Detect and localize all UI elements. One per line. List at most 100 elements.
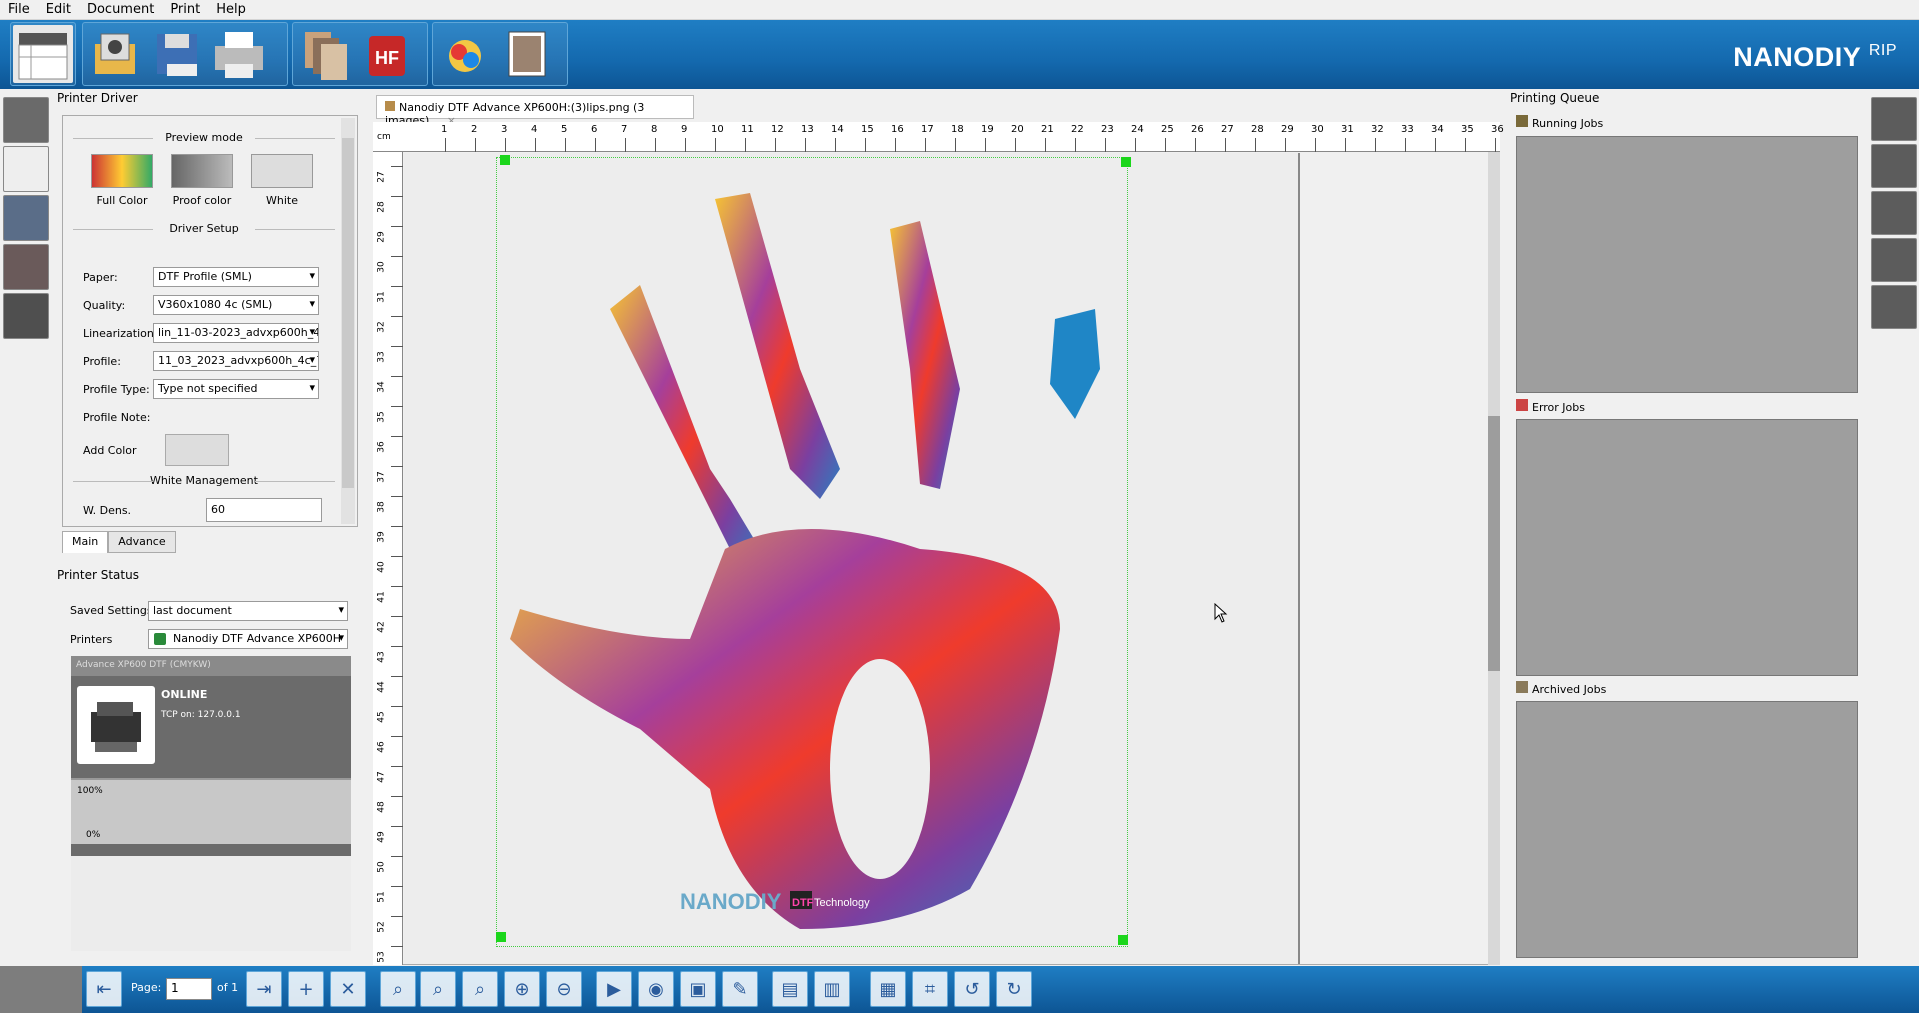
ink-cost-icon[interactable] <box>1871 285 1917 329</box>
profile-type-select[interactable]: Type not specified <box>153 379 319 399</box>
canvas-scrollbar[interactable] <box>1488 152 1500 965</box>
printer-driver-icon[interactable] <box>3 97 49 143</box>
traffic-light-icon[interactable] <box>1871 191 1917 235</box>
quality-select[interactable]: V360x1080 4c (SML) <box>153 295 319 315</box>
image-edit-icon[interactable]: ▣ <box>680 971 716 1007</box>
people-icon[interactable] <box>1871 238 1917 282</box>
ruler-h-tickmark <box>1255 138 1256 152</box>
ink-icon[interactable]: ▥ <box>814 971 850 1007</box>
document-tab[interactable]: Nanodiy DTF Advance XP600H:(3)lips.png (… <box>376 95 694 127</box>
layout-icon[interactable] <box>3 146 49 192</box>
color-preview-icon[interactable]: ▶ <box>596 971 632 1007</box>
color-swatch-icon[interactable] <box>3 293 49 339</box>
full-color-icon <box>91 154 153 188</box>
menu-document[interactable]: Document <box>79 2 162 17</box>
ruler-h-tick: 34 <box>1431 124 1444 135</box>
ruler-v-tickmark <box>391 436 403 437</box>
resize-handle-tr[interactable] <box>1121 157 1131 167</box>
ruler-v-tick: 38 <box>376 501 387 513</box>
zoom-selection-icon[interactable]: ⌕ <box>462 971 498 1007</box>
resize-handle-tl[interactable] <box>500 155 510 165</box>
error-jobs-list[interactable] <box>1516 419 1858 676</box>
status-empty-area <box>71 856 351 951</box>
ruler-v-tick: 33 <box>376 351 387 363</box>
preview-white[interactable]: White <box>247 154 317 207</box>
zoom-in-icon[interactable]: ⊕ <box>504 971 540 1007</box>
printers-select[interactable]: Nanodiy DTF Advance XP600H <box>148 629 348 649</box>
ruler-v-tick: 45 <box>376 711 387 723</box>
archived-jobs-icon <box>1516 681 1528 693</box>
error-jobs-icon <box>1516 399 1528 411</box>
save-icon[interactable] <box>147 25 207 83</box>
ruler-v-tickmark <box>391 376 403 377</box>
driver-setup-title: Driver Setup <box>73 222 335 235</box>
hf-icon[interactable]: HF <box>357 25 417 83</box>
toolbar-group-tools <box>432 22 568 86</box>
open-folder-icon[interactable] <box>85 25 145 83</box>
first-page-icon[interactable]: ⇤ <box>86 971 122 1007</box>
note-icon[interactable]: ✎ <box>722 971 758 1007</box>
print-icon[interactable] <box>209 25 269 83</box>
menu-edit[interactable]: Edit <box>38 2 79 17</box>
nest-images-icon[interactable] <box>295 25 355 83</box>
add-color-button[interactable] <box>165 434 229 466</box>
next-page-icon[interactable]: ⇥ <box>246 971 282 1007</box>
add-page-icon[interactable]: + <box>288 971 324 1007</box>
zoom-out-icon[interactable]: ⊖ <box>546 971 582 1007</box>
archived-jobs-list[interactable] <box>1516 701 1858 958</box>
image-properties-icon[interactable]: ▦ <box>870 971 906 1007</box>
crop-icon[interactable]: ⌗ <box>912 971 948 1007</box>
image-list-icon[interactable] <box>3 244 49 290</box>
tab-main[interactable]: Main <box>62 531 109 553</box>
paper-select[interactable]: DTF Profile (SML) <box>153 267 319 287</box>
new-table-icon[interactable] <box>13 25 73 83</box>
toolbar-group-images: HF <box>292 22 428 86</box>
job-list-icon[interactable] <box>1871 144 1917 188</box>
ruler-v-tickmark <box>391 766 403 767</box>
rotate-right-icon[interactable]: ↻ <box>996 971 1032 1007</box>
layers-icon[interactable]: ▤ <box>772 971 808 1007</box>
menu-help[interactable]: Help <box>208 2 254 17</box>
preview-full-color[interactable]: Full Color <box>87 154 157 207</box>
ruler-v-tick: 53 <box>376 951 387 963</box>
ruler-h-tick: 21 <box>1041 124 1054 135</box>
delete-page-icon[interactable]: ✕ <box>330 971 366 1007</box>
color-cube-icon[interactable] <box>3 195 49 241</box>
w-dens-spinbox[interactable]: 60 <box>206 498 322 522</box>
printer-status-title: Printer Status <box>57 568 139 582</box>
zoom-page-icon[interactable]: ⌕ <box>380 971 416 1007</box>
ruler-h-tickmark <box>1285 138 1286 152</box>
menu-print[interactable]: Print <box>162 2 208 17</box>
page-input[interactable]: 1 <box>166 978 212 1000</box>
ruler-h-tickmark <box>1105 138 1106 152</box>
ruler-v-tickmark <box>391 616 403 617</box>
ruler-h-tick: 22 <box>1071 124 1084 135</box>
ruler-h-tickmark <box>565 138 566 152</box>
tab-advance[interactable]: Advance <box>108 531 176 553</box>
saved-settings-select[interactable]: last document <box>148 601 348 621</box>
ruler-h-tick: 6 <box>591 124 598 135</box>
driver-scrollbar[interactable] <box>341 118 355 524</box>
job-photo-icon[interactable] <box>1871 97 1917 141</box>
running-jobs-list[interactable] <box>1516 136 1858 393</box>
ruler-h-tick: 15 <box>861 124 874 135</box>
print-page[interactable]: NANODIY DTF Technology <box>404 153 1300 964</box>
page-label: Page: <box>131 981 162 994</box>
ruler-v-tick: 43 <box>376 651 387 663</box>
linearization-select[interactable]: lin_11-03-2023_advxp600h_4c <box>153 323 319 343</box>
preview-proof-color[interactable]: Proof color <box>167 154 237 207</box>
ruler-h-tickmark <box>955 138 956 152</box>
rotate-left-icon[interactable]: ↺ <box>954 971 990 1007</box>
profile-select[interactable]: 11_03_2023_advxp600h_4c_7 <box>153 351 319 371</box>
ruler-h-tickmark <box>1195 138 1196 152</box>
zoom-fit-icon[interactable]: ⌕ <box>420 971 456 1007</box>
ruler-h-tickmark <box>1435 138 1436 152</box>
eye-preview-icon[interactable]: ◉ <box>638 971 674 1007</box>
ruler-h-tick: 31 <box>1341 124 1354 135</box>
color-tools-icon[interactable] <box>435 25 495 83</box>
add-color-label: Add Color <box>83 444 137 457</box>
menu-file[interactable]: File <box>0 2 38 17</box>
ruler-v-tickmark <box>391 916 403 917</box>
brand-logo: NANODIY RIP <box>1733 42 1897 72</box>
photo-icon[interactable] <box>497 25 557 83</box>
